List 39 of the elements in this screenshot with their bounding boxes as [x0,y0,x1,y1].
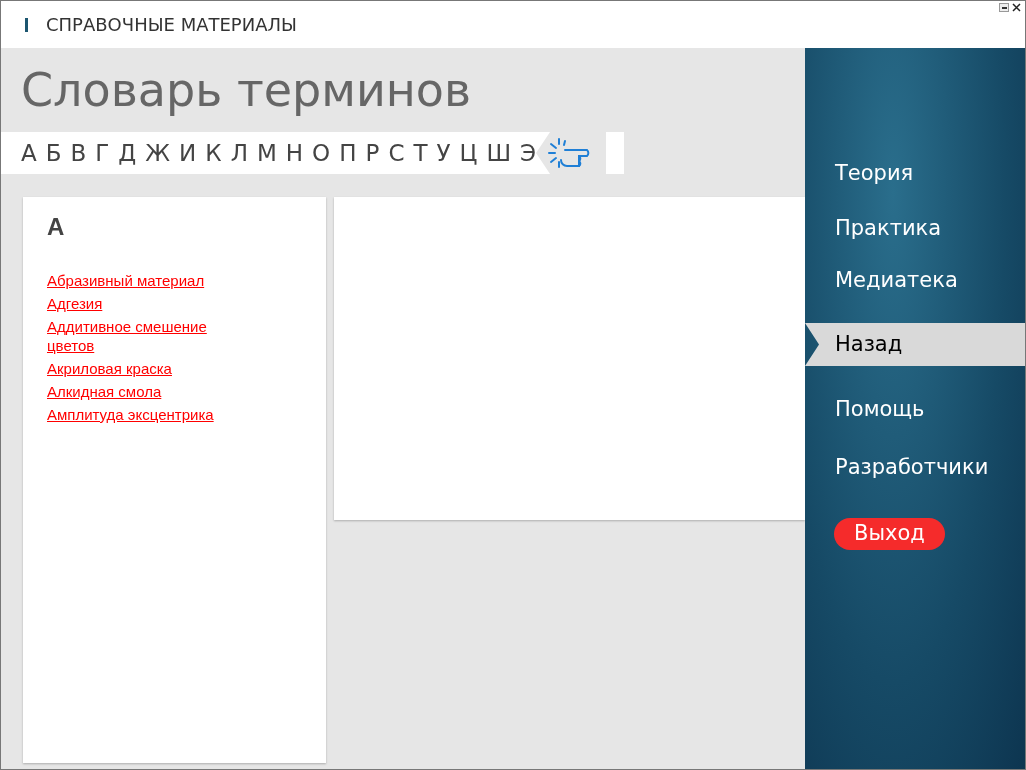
letter-heading: А [47,212,66,242]
close-button[interactable] [1011,3,1021,12]
term-link[interactable]: Абразивный материал [47,271,247,290]
letter-tab[interactable]: Ц [459,135,478,171]
exit-button[interactable]: Выход [834,518,945,550]
letter-tab[interactable]: Ж [145,135,171,171]
nav-item[interactable]: Медиатека [805,265,1025,295]
term-link[interactable]: Адгезия [47,294,247,313]
nav-item[interactable]: Помощь [805,394,1025,424]
letter-tab[interactable]: Э [520,135,537,171]
letter-tab[interactable]: М [256,135,277,171]
letter-tab[interactable]: В [70,135,87,171]
letter-tab[interactable]: Д [118,135,137,171]
page-title: Словарь терминов [20,62,473,119]
nav-item[interactable]: Теория [805,158,1025,188]
letter-tab[interactable]: К [205,135,222,171]
nav-item[interactable]: Разработчики [805,452,1025,482]
term-link[interactable]: Аддитивное смешение цветов [47,317,247,355]
term-link[interactable]: Амплитуда эксцентрика [47,405,247,424]
letter-tab[interactable]: Л [230,135,248,171]
letter-tab[interactable]: Т [413,135,428,171]
letter-tab[interactable]: П [339,135,357,171]
letter-tab[interactable]: О [312,135,331,171]
letter-tab[interactable]: И [179,135,197,171]
letter-tab[interactable]: Р [365,135,380,171]
letter-tab[interactable]: А [21,135,37,171]
nav-item[interactable]: Назад [805,323,1025,366]
letter-tab[interactable]: Ш [486,135,511,171]
header-title: СПРАВОЧНЫЕ МАТЕРИАЛЫ [46,13,297,37]
accent-bar-icon [25,17,28,32]
letter-tab[interactable]: Б [45,135,62,171]
letter-tab[interactable]: Н [285,135,304,171]
letter-tab[interactable]: С [388,135,405,171]
nav-item[interactable]: Практика [805,213,1025,243]
term-link[interactable]: Акриловая краска [47,359,247,378]
term-link[interactable]: Алкидная смола [47,382,247,401]
letter-tab[interactable]: Г [95,135,110,171]
minimize-button[interactable] [999,3,1009,12]
letter-tab[interactable]: У [436,135,451,171]
